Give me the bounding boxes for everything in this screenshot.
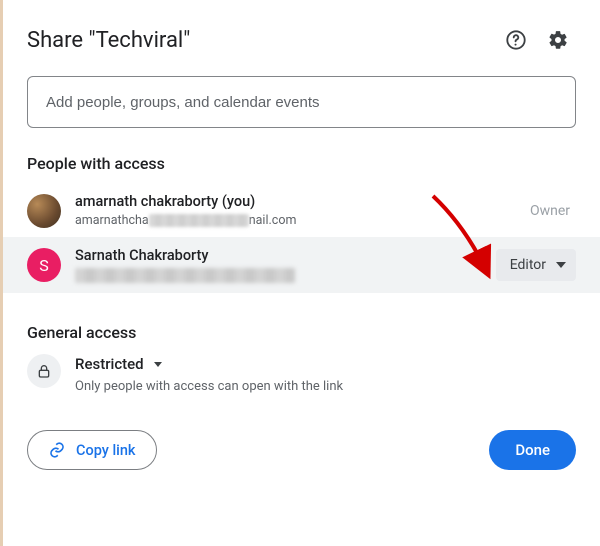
role-dropdown[interactable]: Editor <box>496 249 576 281</box>
redacted-block <box>149 214 249 227</box>
role-label: Editor <box>510 257 546 273</box>
person-name: Sarnath Chakraborty <box>75 247 496 266</box>
done-button[interactable]: Done <box>489 430 576 470</box>
person-info: Sarnath Chakraborty <box>75 247 496 283</box>
share-dialog: Share "Techviral" People with access ama… <box>3 0 600 490</box>
dialog-footer: Copy link Done <box>27 430 576 470</box>
access-mode-description: Only people with access can open with th… <box>75 379 576 394</box>
role-owner-label: Owner <box>530 203 576 219</box>
copy-link-button[interactable]: Copy link <box>27 430 157 470</box>
settings-button[interactable] <box>540 22 576 58</box>
access-mode-label: Restricted <box>75 355 144 373</box>
avatar-letter: S <box>39 256 49 275</box>
dialog-header: Share "Techviral" <box>27 22 576 58</box>
link-icon <box>48 441 66 459</box>
person-name: amarnath chakraborty (you) <box>75 193 530 212</box>
chevron-down-icon <box>556 262 566 268</box>
add-people-input[interactable] <box>27 76 576 128</box>
avatar: S <box>27 248 61 282</box>
gear-icon <box>547 29 569 51</box>
help-icon <box>505 29 527 51</box>
dialog-title: Share "Techviral" <box>27 28 190 53</box>
email-prefix: amarnathcha <box>75 212 149 230</box>
person-email: amarnathcha nail.com <box>75 212 530 230</box>
general-access-content: Restricted Only people with access can o… <box>75 354 576 394</box>
chevron-down-icon <box>154 362 162 367</box>
email-suffix: nail.com <box>249 212 297 230</box>
done-label: Done <box>515 441 550 459</box>
general-access-title: General access <box>27 323 576 342</box>
general-access-row: Restricted Only people with access can o… <box>27 354 576 394</box>
help-button[interactable] <box>498 22 534 58</box>
access-mode-dropdown[interactable]: Restricted <box>75 355 162 373</box>
person-row-owner: amarnath chakraborty (you) amarnathcha na… <box>27 185 576 237</box>
person-email <box>75 266 496 283</box>
redacted-block <box>75 268 295 283</box>
header-actions <box>498 22 576 58</box>
person-info: amarnath chakraborty (you) amarnathcha na… <box>75 193 530 229</box>
person-row-editor[interactable]: S Sarnath Chakraborty Editor <box>3 237 600 293</box>
people-with-access-title: People with access <box>27 154 576 173</box>
lock-badge <box>27 354 61 388</box>
copy-link-label: Copy link <box>76 442 136 459</box>
lock-icon <box>36 363 52 379</box>
avatar <box>27 194 61 228</box>
